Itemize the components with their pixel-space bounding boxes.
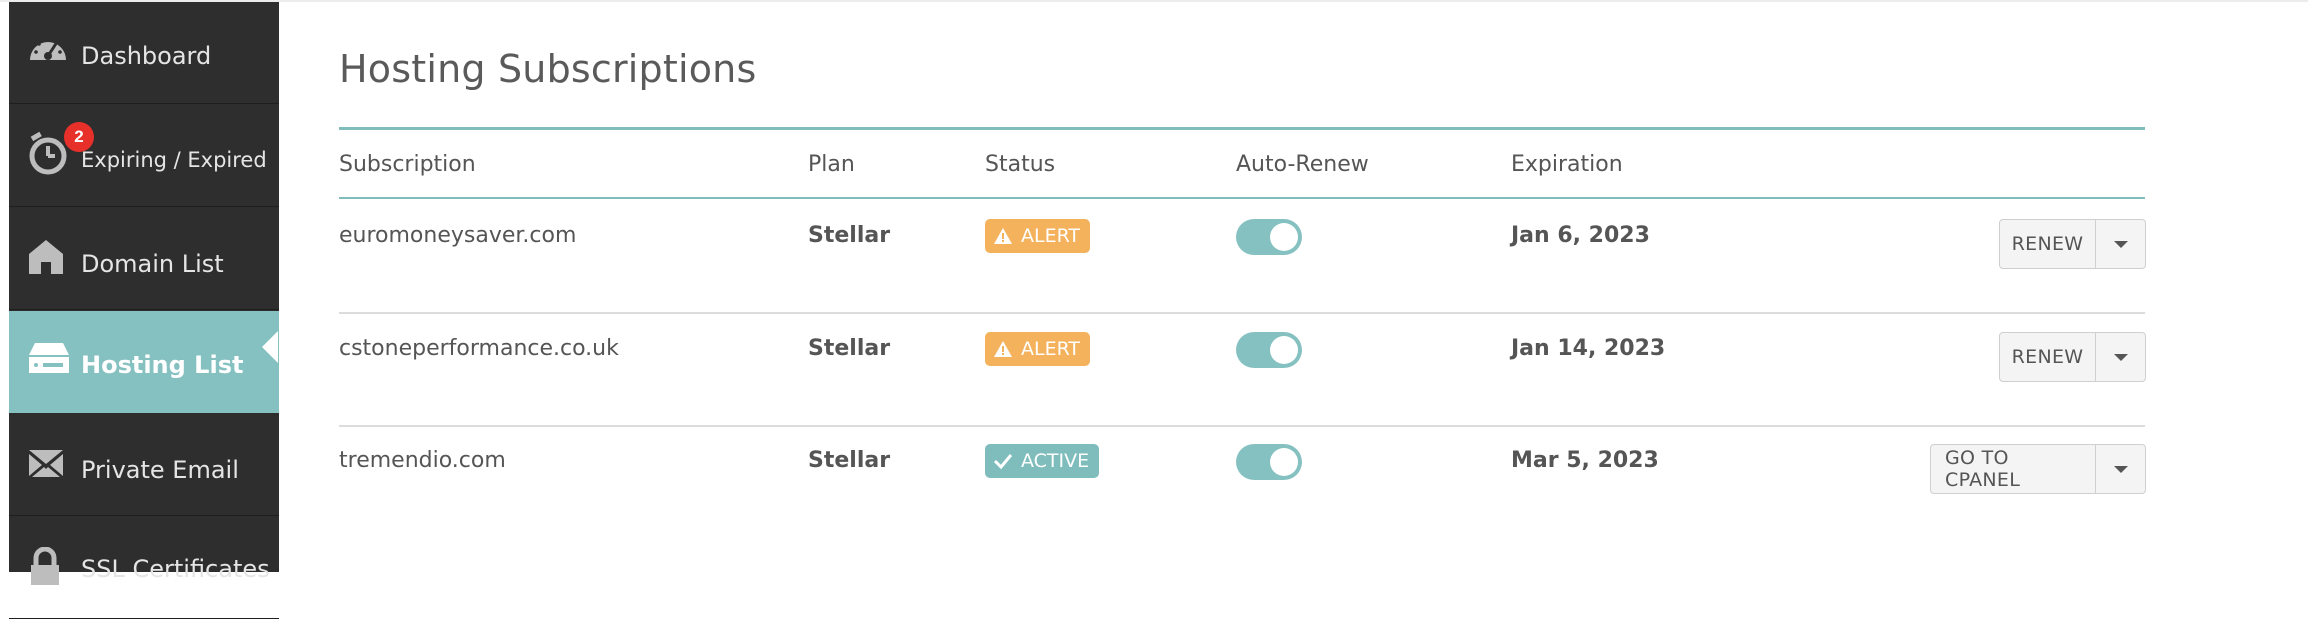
actions-dropdown-button[interactable] (2096, 332, 2146, 382)
column-header-expiration: Expiration (1511, 152, 1623, 177)
speedometer-icon (27, 30, 67, 70)
toggle-knob (1270, 448, 1298, 476)
house-icon (27, 238, 67, 278)
column-header-auto-renew: Auto-Renew (1236, 152, 1369, 177)
sidebar-item-ssl-certificates[interactable]: SSL Certificates (9, 517, 279, 619)
sidebar: Dashboard Expiring / Expired 2 Domain Li… (9, 2, 279, 619)
status-label: ALERT (1021, 338, 1081, 360)
sidebar-item-domain-list[interactable]: Domain List (9, 208, 279, 310)
status-label: ALERT (1021, 225, 1081, 247)
lock-icon (27, 546, 67, 587)
warning-icon (994, 341, 1012, 357)
actions-dropdown-button[interactable] (2096, 444, 2146, 494)
envelope-icon (27, 448, 67, 488)
renew-button[interactable]: RENEW (1999, 219, 2096, 269)
sidebar-item-label: Dashboard (81, 42, 212, 70)
sidebar-item-hosting-list[interactable]: Hosting List (9, 311, 279, 413)
column-header-plan: Plan (808, 152, 855, 177)
row-divider (339, 312, 2145, 314)
plan-name: Stellar (808, 448, 891, 473)
sidebar-item-label: Hosting List (81, 351, 244, 379)
auto-renew-toggle[interactable] (1236, 444, 1302, 480)
auto-renew-toggle[interactable] (1236, 332, 1302, 368)
cpanel-button-group: GO TO CPANEL (1930, 444, 2146, 494)
sidebar-item-label: Expiring / Expired (81, 148, 267, 172)
renew-button-group: RENEW (1999, 219, 2146, 269)
plan-name: Stellar (808, 223, 891, 248)
status-badge: ALERT (985, 219, 1091, 253)
stopwatch-icon (27, 130, 67, 175)
auto-renew-toggle[interactable] (1236, 219, 1302, 255)
expiring-count-badge: 2 (64, 122, 94, 152)
status-label: ACTIVE (1021, 450, 1090, 472)
chevron-down-icon (2113, 465, 2128, 473)
subscription-link[interactable]: cstoneperformance.co.uk (339, 336, 619, 361)
checkmark-icon (993, 454, 1013, 470)
sidebar-item-dashboard[interactable]: Dashboard (9, 2, 279, 104)
subscription-link[interactable]: tremendio.com (339, 448, 506, 473)
active-indicator (262, 331, 278, 363)
toggle-knob (1270, 223, 1298, 251)
top-border (0, 0, 2308, 2)
expiration-date: Jan 6, 2023 (1511, 223, 1650, 248)
page-title: Hosting Subscriptions (339, 47, 757, 91)
expiration-date: Mar 5, 2023 (1511, 448, 1659, 473)
sidebar-item-label: Private Email (81, 456, 239, 484)
table-top-rule (339, 127, 2145, 130)
chevron-down-icon (2113, 353, 2128, 361)
table-header-rule (339, 197, 2145, 199)
go-to-cpanel-button[interactable]: GO TO CPANEL (1930, 444, 2096, 494)
actions-dropdown-button[interactable] (2096, 219, 2146, 269)
sidebar-item-label: SSL Certificates (81, 555, 270, 583)
server-icon (27, 341, 69, 381)
status-badge: ACTIVE (985, 444, 1100, 478)
sidebar-item-expiring[interactable]: Expiring / Expired (9, 105, 279, 207)
status-badge: ALERT (985, 332, 1091, 366)
subscription-link[interactable]: euromoneysaver.com (339, 223, 576, 248)
column-header-subscription: Subscription (339, 152, 476, 177)
renew-button-group: RENEW (1999, 332, 2146, 382)
renew-button[interactable]: RENEW (1999, 332, 2096, 382)
sidebar-item-label: Domain List (81, 250, 224, 278)
row-divider (339, 425, 2145, 427)
expiration-date: Jan 14, 2023 (1511, 336, 1666, 361)
toggle-knob (1270, 336, 1298, 364)
chevron-down-icon (2113, 240, 2128, 248)
plan-name: Stellar (808, 336, 891, 361)
warning-icon (994, 228, 1012, 244)
sidebar-item-private-email[interactable]: Private Email (9, 414, 279, 516)
column-header-status: Status (985, 152, 1056, 177)
